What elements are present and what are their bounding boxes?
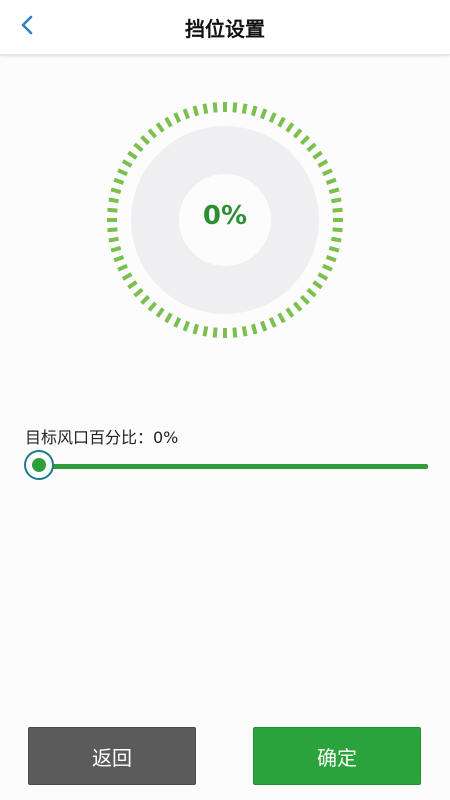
gauge-tick xyxy=(182,320,190,332)
gauge-tick xyxy=(155,307,165,318)
gauge-tick xyxy=(147,128,158,139)
gauge-tick xyxy=(202,103,209,114)
gauge-tick xyxy=(322,168,333,177)
gauge-tick xyxy=(110,246,122,253)
gauge-tick xyxy=(232,327,238,338)
gauge-tick xyxy=(121,272,133,281)
gauge-tick xyxy=(192,105,199,117)
gauge-tick xyxy=(299,135,310,146)
gauge-tick xyxy=(317,159,329,168)
gauge-tick xyxy=(292,128,303,139)
gauge-tick xyxy=(260,108,268,120)
gauge-tick xyxy=(147,301,158,312)
back-action-button[interactable]: 返回 xyxy=(28,727,196,785)
gauge-tick xyxy=(117,263,128,272)
gauge-tick xyxy=(192,323,199,335)
gauge-tick xyxy=(140,135,151,146)
gauge-tick xyxy=(328,187,340,194)
slider-label: 目标风口百分比：0% xyxy=(25,428,179,447)
gauge-tick xyxy=(292,301,303,312)
gauge-tick xyxy=(212,102,218,113)
gauge-tick xyxy=(113,255,125,263)
gauge-tick xyxy=(140,294,151,305)
gauge-tick xyxy=(127,280,138,290)
confirm-button[interactable]: 确定 xyxy=(253,727,421,785)
gauge-tick xyxy=(251,105,258,117)
gauge-tick xyxy=(328,246,340,253)
gauge-tick xyxy=(277,116,286,128)
gauge-tick xyxy=(232,102,238,113)
gauge-tick xyxy=(164,312,173,324)
gauge-tick xyxy=(306,142,317,153)
gauge-tick xyxy=(127,150,138,160)
gauge-tick xyxy=(108,236,119,243)
gauge-tick xyxy=(133,142,144,153)
gauge-tick xyxy=(312,150,323,160)
gauge-tick xyxy=(173,112,182,123)
slider-thumb-dot xyxy=(32,458,46,472)
gauge-tick xyxy=(110,187,122,194)
header-bar: 挡位设置 xyxy=(0,0,450,55)
gauge-tick xyxy=(325,177,337,185)
gauge-tick xyxy=(117,168,128,177)
gauge-tick xyxy=(325,255,337,263)
target-percentage-slider[interactable] xyxy=(24,450,428,486)
page-title: 挡位设置 xyxy=(185,17,265,41)
gauge-tick xyxy=(312,280,323,290)
gauge-tick xyxy=(268,317,277,328)
gauge-tick xyxy=(173,317,182,328)
gauge-tick xyxy=(251,323,258,335)
gauge-tick xyxy=(155,122,165,133)
gauge-tick xyxy=(317,272,329,281)
gauge-tick xyxy=(331,236,342,243)
gauge-tick xyxy=(260,320,268,332)
gauge-tick xyxy=(241,103,248,114)
gauge-tick xyxy=(113,177,125,185)
gauge-tick xyxy=(277,312,286,324)
gear-setting-page: 挡位设置 0% 目标风口百分比：0% 返回 确定 xyxy=(0,0,450,800)
gauge-tick xyxy=(133,287,144,298)
gauge-tick xyxy=(121,159,133,168)
percentage-gauge: 0% xyxy=(105,100,345,340)
gauge-tick xyxy=(322,263,333,272)
gauge-tick xyxy=(306,287,317,298)
gauge-tick xyxy=(202,326,209,337)
gauge-value: 0% xyxy=(202,201,248,231)
gauge-tick xyxy=(182,108,190,120)
gauge-tick xyxy=(299,294,310,305)
gauge-tick xyxy=(285,122,295,133)
gauge-tick xyxy=(241,326,248,337)
slider-thumb[interactable] xyxy=(24,450,54,480)
gauge-tick xyxy=(164,116,173,128)
gauge-tick xyxy=(268,112,277,123)
gauge-tick xyxy=(212,327,218,338)
slider-track[interactable] xyxy=(36,464,428,469)
gauge-tick xyxy=(285,307,295,318)
